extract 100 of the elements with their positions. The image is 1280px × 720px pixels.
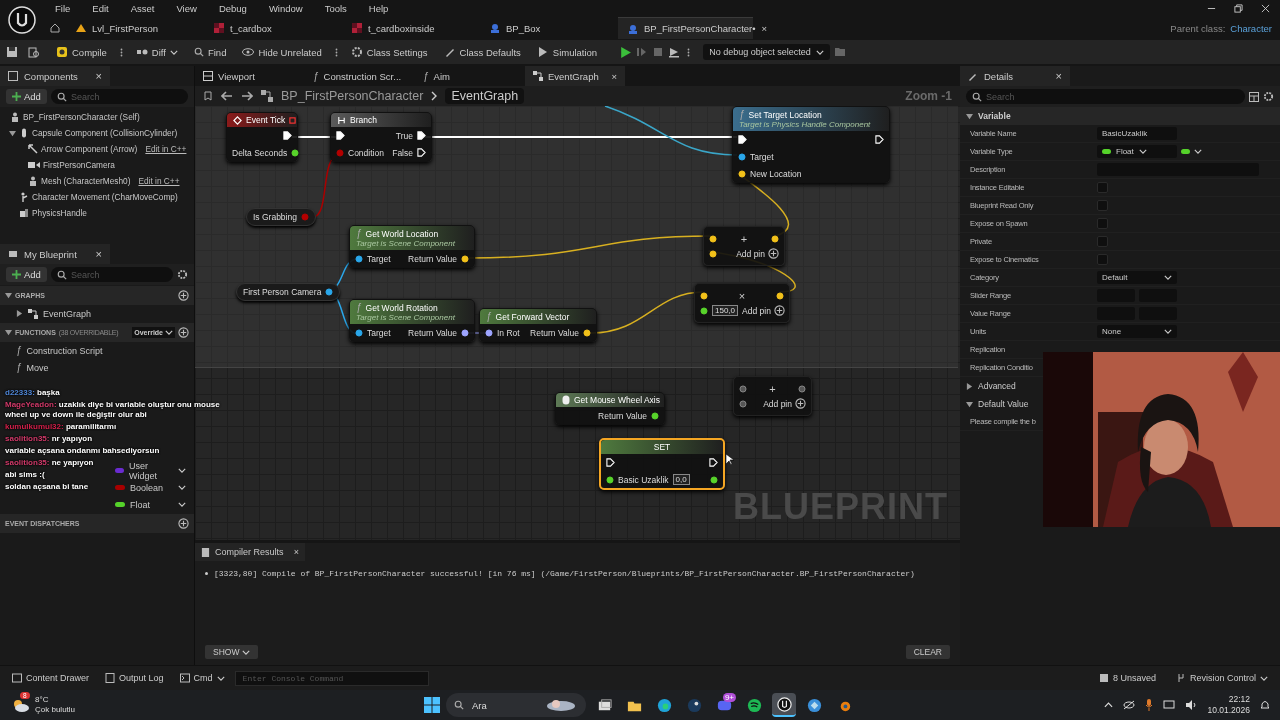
add-icon[interactable] (178, 290, 189, 301)
restore-icon[interactable] (1234, 3, 1243, 13)
close-button[interactable]: × (1055, 70, 1062, 82)
play-icon[interactable] (619, 45, 633, 59)
app-icon[interactable] (772, 693, 796, 717)
more-icon[interactable] (687, 46, 691, 58)
pin-icon[interactable] (606, 475, 614, 484)
exec-pin-icon[interactable] (283, 131, 292, 140)
save-icon[interactable] (6, 46, 18, 58)
checkbox[interactable] (1097, 200, 1108, 211)
clear-button[interactable]: CLEAR (905, 645, 950, 659)
expander-icon[interactable] (966, 382, 973, 390)
exec-pin-icon[interactable] (417, 148, 426, 157)
math-node[interactable]: + Add pin (733, 376, 812, 416)
pin-icon[interactable] (651, 411, 659, 420)
search-input[interactable]: Search (70, 268, 167, 281)
search-input[interactable]: Search (70, 90, 182, 103)
pin-icon[interactable] (710, 475, 718, 484)
tree-item[interactable]: FirstPersonCamera (43, 160, 115, 170)
edit-link[interactable]: Edit in C++ (138, 176, 180, 186)
value-field[interactable]: 150,0 (712, 305, 739, 316)
my-blueprint-tab[interactable]: My Blueprint × (0, 244, 110, 264)
eject-icon[interactable] (668, 46, 681, 58)
compiler-results-tab[interactable]: Compiler Results × (195, 543, 305, 561)
chevron-up-icon[interactable] (1104, 702, 1114, 708)
document-tab[interactable]: t_cardboxinside (342, 17, 480, 39)
menu-item[interactable]: Help (357, 2, 400, 14)
tree-item[interactable]: BP_FirstPersonCharacter (Self) (23, 112, 140, 122)
exec-pin-icon[interactable] (875, 135, 884, 144)
dropdown[interactable]: Default (1097, 271, 1177, 284)
close-icon[interactable] (1261, 3, 1270, 13)
graph-node[interactable]: SET Basic Uzaklik 0,0 (599, 438, 725, 490)
output-log-button[interactable]: Output Log (99, 671, 170, 685)
details-tab[interactable]: Details × (960, 66, 1070, 86)
search-input[interactable]: Ara (470, 698, 540, 712)
pin-icon[interactable] (739, 399, 747, 408)
pin-icon[interactable] (461, 328, 469, 337)
exec-pin-icon[interactable] (709, 458, 718, 467)
hide-unrelated-button[interactable]: Hide Unrelated (236, 44, 328, 60)
revision-control-button[interactable]: Revision Control (1169, 671, 1274, 685)
search-field[interactable]: Search (966, 89, 1245, 104)
parent-class-link[interactable]: Character (1230, 22, 1272, 34)
math-node[interactable]: + Add pin (703, 226, 785, 266)
add-pin-button[interactable]: Add pin (736, 248, 779, 259)
add-button[interactable]: Add (6, 89, 47, 104)
list-item[interactable]: Construction Script (26, 345, 103, 356)
close-tab-button[interactable]: × (761, 23, 768, 34)
unsaved-button[interactable]: 8 Unsaved (1092, 671, 1162, 685)
graph-node[interactable]: Event Tick Delta Seconds (226, 112, 298, 162)
expander-icon[interactable] (16, 310, 23, 317)
graph-node[interactable]: ƒ Get Forward Vector In Rot Return Value (479, 308, 597, 342)
bell-icon[interactable] (1260, 699, 1270, 711)
checkbox[interactable] (1097, 182, 1108, 193)
expander-icon[interactable] (9, 129, 16, 137)
document-tab[interactable]: Lvl_FirstPerson (66, 17, 204, 39)
close-button[interactable]: × (95, 70, 102, 82)
class-settings-button[interactable]: Class Settings (344, 44, 434, 60)
checkbox[interactable] (1097, 254, 1108, 265)
pin-icon[interactable] (485, 328, 493, 337)
app-icon[interactable]: 9+ (712, 693, 736, 717)
pin-icon[interactable] (739, 384, 747, 393)
graph-node[interactable]: ƒ Get World Rotation Target is Scene Component Target Return Value (349, 299, 475, 342)
editor-tab[interactable]: EventGraph × (525, 66, 625, 86)
cmd-dropdown[interactable]: Cmd (173, 671, 231, 685)
home-icon[interactable] (50, 23, 60, 33)
menu-item[interactable]: File (44, 2, 82, 14)
editor-tab[interactable]: ƒ Aim (415, 66, 525, 86)
dropdown[interactable]: None (1097, 325, 1177, 338)
settings-icon[interactable] (1263, 91, 1274, 102)
list-item[interactable]: Move (26, 362, 49, 373)
add-pin-button[interactable]: Add pin (742, 305, 785, 316)
exec-pin-icon[interactable] (417, 131, 426, 140)
menu-item[interactable]: Asset (119, 2, 166, 14)
tree-item[interactable]: Character Movement (CharMoveComp) (32, 192, 178, 202)
add-icon[interactable] (178, 518, 189, 529)
find-button[interactable]: Find (187, 44, 233, 60)
search-field[interactable]: Ara (446, 693, 586, 717)
menu-item[interactable]: Debug (207, 2, 258, 14)
pin-icon[interactable] (355, 328, 363, 337)
expander-icon[interactable] (5, 329, 12, 336)
variable-node[interactable]: First Person Camera (236, 283, 341, 301)
class-defaults-button[interactable]: Class Defaults (437, 44, 527, 60)
close-button[interactable]: × (293, 547, 299, 557)
graph-node[interactable]: Get Mouse Wheel Axis Return Value (555, 392, 665, 425)
more-icon[interactable] (334, 46, 338, 58)
text-field[interactable]: BasicUzaklik (1097, 127, 1177, 140)
menu-item[interactable]: Tools (313, 2, 358, 14)
document-tab[interactable]: t_cardbox (204, 17, 342, 39)
container-type-dropdown[interactable] (1181, 149, 1202, 154)
checkbox[interactable] (1097, 236, 1108, 247)
hidden-eye-icon[interactable] (1123, 700, 1136, 710)
add-icon[interactable] (178, 327, 189, 338)
expander-icon[interactable] (5, 292, 12, 299)
table-icon[interactable] (1249, 91, 1259, 102)
browse-icon[interactable] (28, 46, 40, 58)
network-icon[interactable] (1163, 700, 1176, 710)
expander-icon[interactable] (966, 400, 973, 408)
close-tab-button[interactable]: × (611, 70, 617, 82)
settings-icon[interactable] (177, 269, 188, 280)
add-button[interactable]: Add (6, 267, 47, 282)
